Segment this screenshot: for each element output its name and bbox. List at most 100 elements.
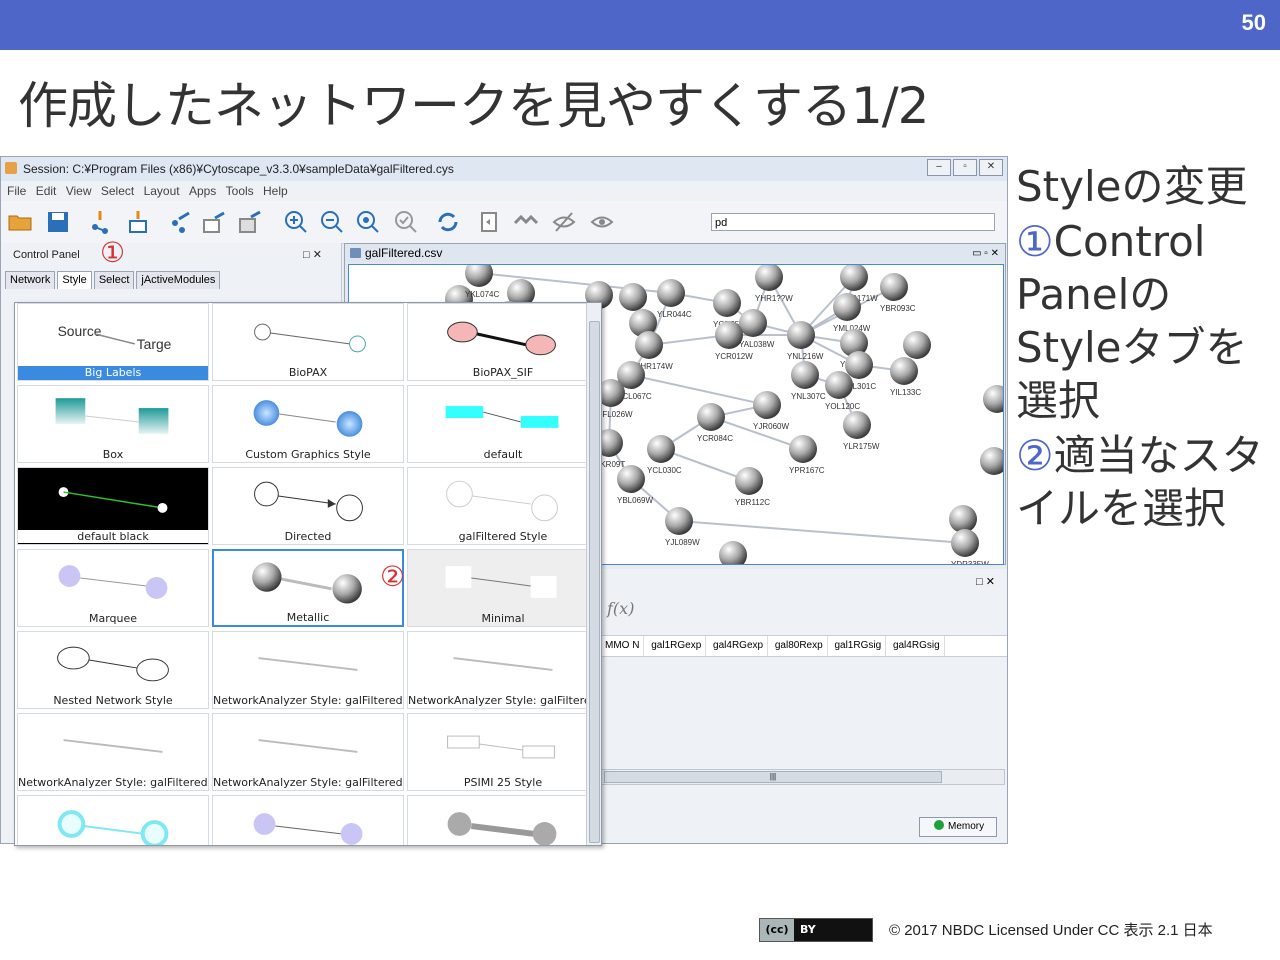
network-node[interactable]: [789, 435, 817, 463]
style-option-networkanalyzer-2[interactable]: NetworkAnalyzer Style: galFiltered.si: [407, 631, 599, 709]
network-node[interactable]: [635, 331, 663, 359]
export-network-icon[interactable]: [167, 209, 193, 235]
network-node[interactable]: [843, 411, 871, 439]
network-node[interactable]: [791, 361, 819, 389]
network-node[interactable]: [755, 265, 783, 291]
maximize-icon[interactable]: ▫: [953, 159, 977, 176]
network-node[interactable]: [617, 465, 645, 493]
network-node[interactable]: [951, 529, 979, 557]
network-node[interactable]: [903, 331, 931, 359]
refresh-icon[interactable]: [435, 209, 461, 235]
network-node[interactable]: [735, 467, 763, 495]
style-option-default-black[interactable]: default black: [17, 467, 209, 545]
search-input[interactable]: pd: [711, 213, 995, 231]
style-option-networkanalyzer-4[interactable]: NetworkAnalyzer Style: galFiltered.sif_2: [212, 713, 404, 791]
network-node[interactable]: [713, 289, 741, 317]
menu-help[interactable]: Help: [263, 181, 288, 201]
horizontal-scrollbar[interactable]: |||: [601, 769, 1005, 785]
network-node[interactable]: [880, 273, 908, 301]
network-node[interactable]: [753, 391, 781, 419]
network-edge[interactable]: [678, 520, 966, 544]
scrollbar-thumb[interactable]: |||: [604, 771, 942, 783]
style-option-gray[interactable]: [407, 795, 599, 845]
table-panel-controls[interactable]: □ ✕: [976, 575, 995, 588]
export-image-icon[interactable]: [237, 209, 263, 235]
network-node[interactable]: [949, 505, 977, 533]
style-option-directed[interactable]: Directed: [212, 467, 404, 545]
style-option-biopax-sif[interactable]: BioPAX_SIF: [407, 303, 599, 381]
tab-select[interactable]: Select: [93, 271, 135, 289]
style-option-galfiltered[interactable]: galFiltered Style: [407, 467, 599, 545]
menu-view[interactable]: View: [66, 181, 92, 201]
save-icon[interactable]: [45, 209, 71, 235]
network-node[interactable]: [845, 351, 873, 379]
open-folder-icon[interactable]: [7, 209, 33, 235]
function-builder-icon[interactable]: f(x): [607, 599, 634, 618]
style-option-biopax[interactable]: BioPAX: [212, 303, 404, 381]
column-header[interactable]: MMO N: [601, 636, 645, 656]
style-option-box[interactable]: Box: [17, 385, 209, 463]
tab-style[interactable]: Style: [57, 271, 92, 289]
minimize-icon[interactable]: –: [927, 159, 951, 176]
network-window-buttons[interactable]: ▭ ▫ ✕: [972, 245, 999, 263]
style-option-minimal[interactable]: Minimal: [407, 549, 599, 627]
style-option-purple[interactable]: [212, 795, 404, 845]
column-header[interactable]: gal80Rexp: [771, 636, 828, 656]
step-number-2: ②: [1016, 431, 1054, 480]
network-node[interactable]: [665, 507, 693, 535]
column-header[interactable]: gal1RGexp: [647, 636, 707, 656]
menu-tools[interactable]: Tools: [226, 181, 254, 201]
close-icon[interactable]: ✕: [979, 159, 1003, 176]
network-node[interactable]: [787, 321, 815, 349]
style-option-networkanalyzer-1[interactable]: NetworkAnalyzer Style: galFiltered.sif: [212, 631, 404, 709]
column-header[interactable]: gal1RGsig: [830, 636, 887, 656]
menu-edit[interactable]: Edit: [36, 181, 57, 201]
menu-layout[interactable]: Layout: [144, 181, 180, 201]
network-node[interactable]: [833, 293, 861, 321]
zoom-out-icon[interactable]: [319, 209, 345, 235]
column-header[interactable]: gal4RGexp: [709, 636, 769, 656]
network-node[interactable]: [657, 279, 685, 307]
column-header[interactable]: gal4RGsig: [889, 636, 945, 656]
style-option-big-labels[interactable]: Source Targe Big Labels: [17, 303, 209, 381]
style-option-marquee[interactable]: Marquee: [17, 549, 209, 627]
network-node[interactable]: [465, 265, 493, 287]
network-node[interactable]: [619, 283, 647, 311]
style-option-custom-graphics[interactable]: Custom Graphics Style: [212, 385, 404, 463]
zoom-in-icon[interactable]: [283, 209, 309, 235]
gallery-vertical-scrollbar[interactable]: [586, 303, 601, 845]
network-node[interactable]: [715, 321, 743, 349]
network-node[interactable]: [980, 447, 1003, 475]
network-node[interactable]: [719, 541, 747, 564]
hide-icon[interactable]: [551, 209, 577, 235]
show-icon[interactable]: [589, 209, 615, 235]
import-network-icon[interactable]: [87, 209, 113, 235]
network-node[interactable]: [983, 385, 1003, 413]
menu-file[interactable]: File: [7, 181, 26, 201]
panel-float-close-icons[interactable]: □ ✕: [303, 248, 322, 261]
import-table-icon[interactable]: [125, 209, 151, 235]
network-node[interactable]: [890, 357, 918, 385]
network-node[interactable]: [697, 403, 725, 431]
menu-select[interactable]: Select: [101, 181, 134, 201]
style-option-default[interactable]: default: [407, 385, 599, 463]
zoom-selected-icon[interactable]: [393, 209, 419, 235]
style-option-psimi[interactable]: PSIMI 25 Style: [407, 713, 599, 791]
home-icon[interactable]: [513, 209, 539, 235]
style-option-metallic[interactable]: Metallic: [212, 549, 404, 627]
memory-button[interactable]: Memory: [919, 817, 997, 837]
tab-network[interactable]: Network: [5, 271, 56, 289]
style-option-networkanalyzer-3[interactable]: NetworkAnalyzer Style: galFiltered.sif_1: [17, 713, 209, 791]
style-option-nested-network[interactable]: Nested Network Style: [17, 631, 209, 709]
network-node[interactable]: [825, 371, 853, 399]
network-node[interactable]: [739, 309, 767, 337]
scrollbar-thumb[interactable]: [589, 321, 600, 843]
zoom-fit-icon[interactable]: [355, 209, 381, 235]
style-option-glow[interactable]: [17, 795, 209, 845]
export-table-icon[interactable]: [201, 209, 227, 235]
tab-jactivemodules[interactable]: jActiveModules: [136, 271, 221, 289]
network-node[interactable]: [647, 435, 675, 463]
new-session-icon[interactable]: [477, 209, 503, 235]
network-edge[interactable]: [660, 448, 750, 482]
menu-apps[interactable]: Apps: [189, 181, 216, 201]
